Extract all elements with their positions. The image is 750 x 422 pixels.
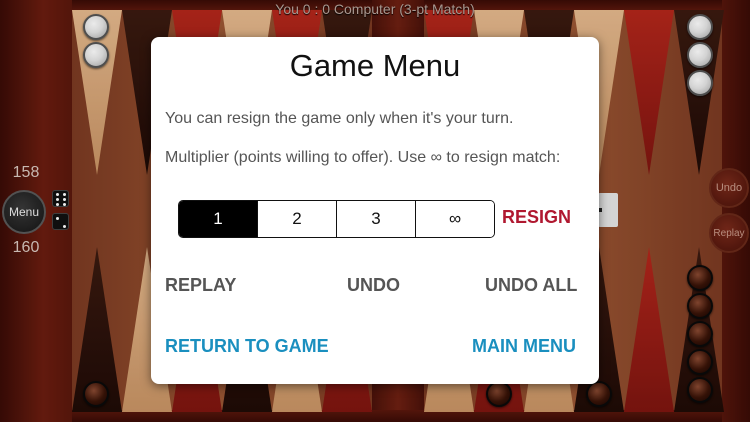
replay-button[interactable]: REPLAY <box>165 275 236 296</box>
return-to-game-button[interactable]: RETURN TO GAME <box>165 336 329 357</box>
game-menu-dialog: Game Menu You can resign the game only w… <box>151 37 599 384</box>
dialog-title: Game Menu <box>289 48 461 83</box>
undo-button[interactable]: UNDO <box>347 275 400 296</box>
multiplier-option-1[interactable]: 1 <box>179 201 258 237</box>
resign-button[interactable]: RESIGN <box>502 207 571 228</box>
multiplier-selector: 1 2 3 ∞ <box>178 200 495 238</box>
multiplier-option-3[interactable]: 3 <box>337 201 416 237</box>
main-menu-button[interactable]: MAIN MENU <box>472 336 576 357</box>
resign-note: You can resign the game only when it's y… <box>165 110 514 127</box>
undo-all-button[interactable]: UNDO ALL <box>485 275 577 296</box>
multiplier-option-infinity[interactable]: ∞ <box>416 201 494 237</box>
multiplier-option-2[interactable]: 2 <box>258 201 337 237</box>
multiplier-label: Multiplier (points willing to offer). Us… <box>165 149 561 166</box>
